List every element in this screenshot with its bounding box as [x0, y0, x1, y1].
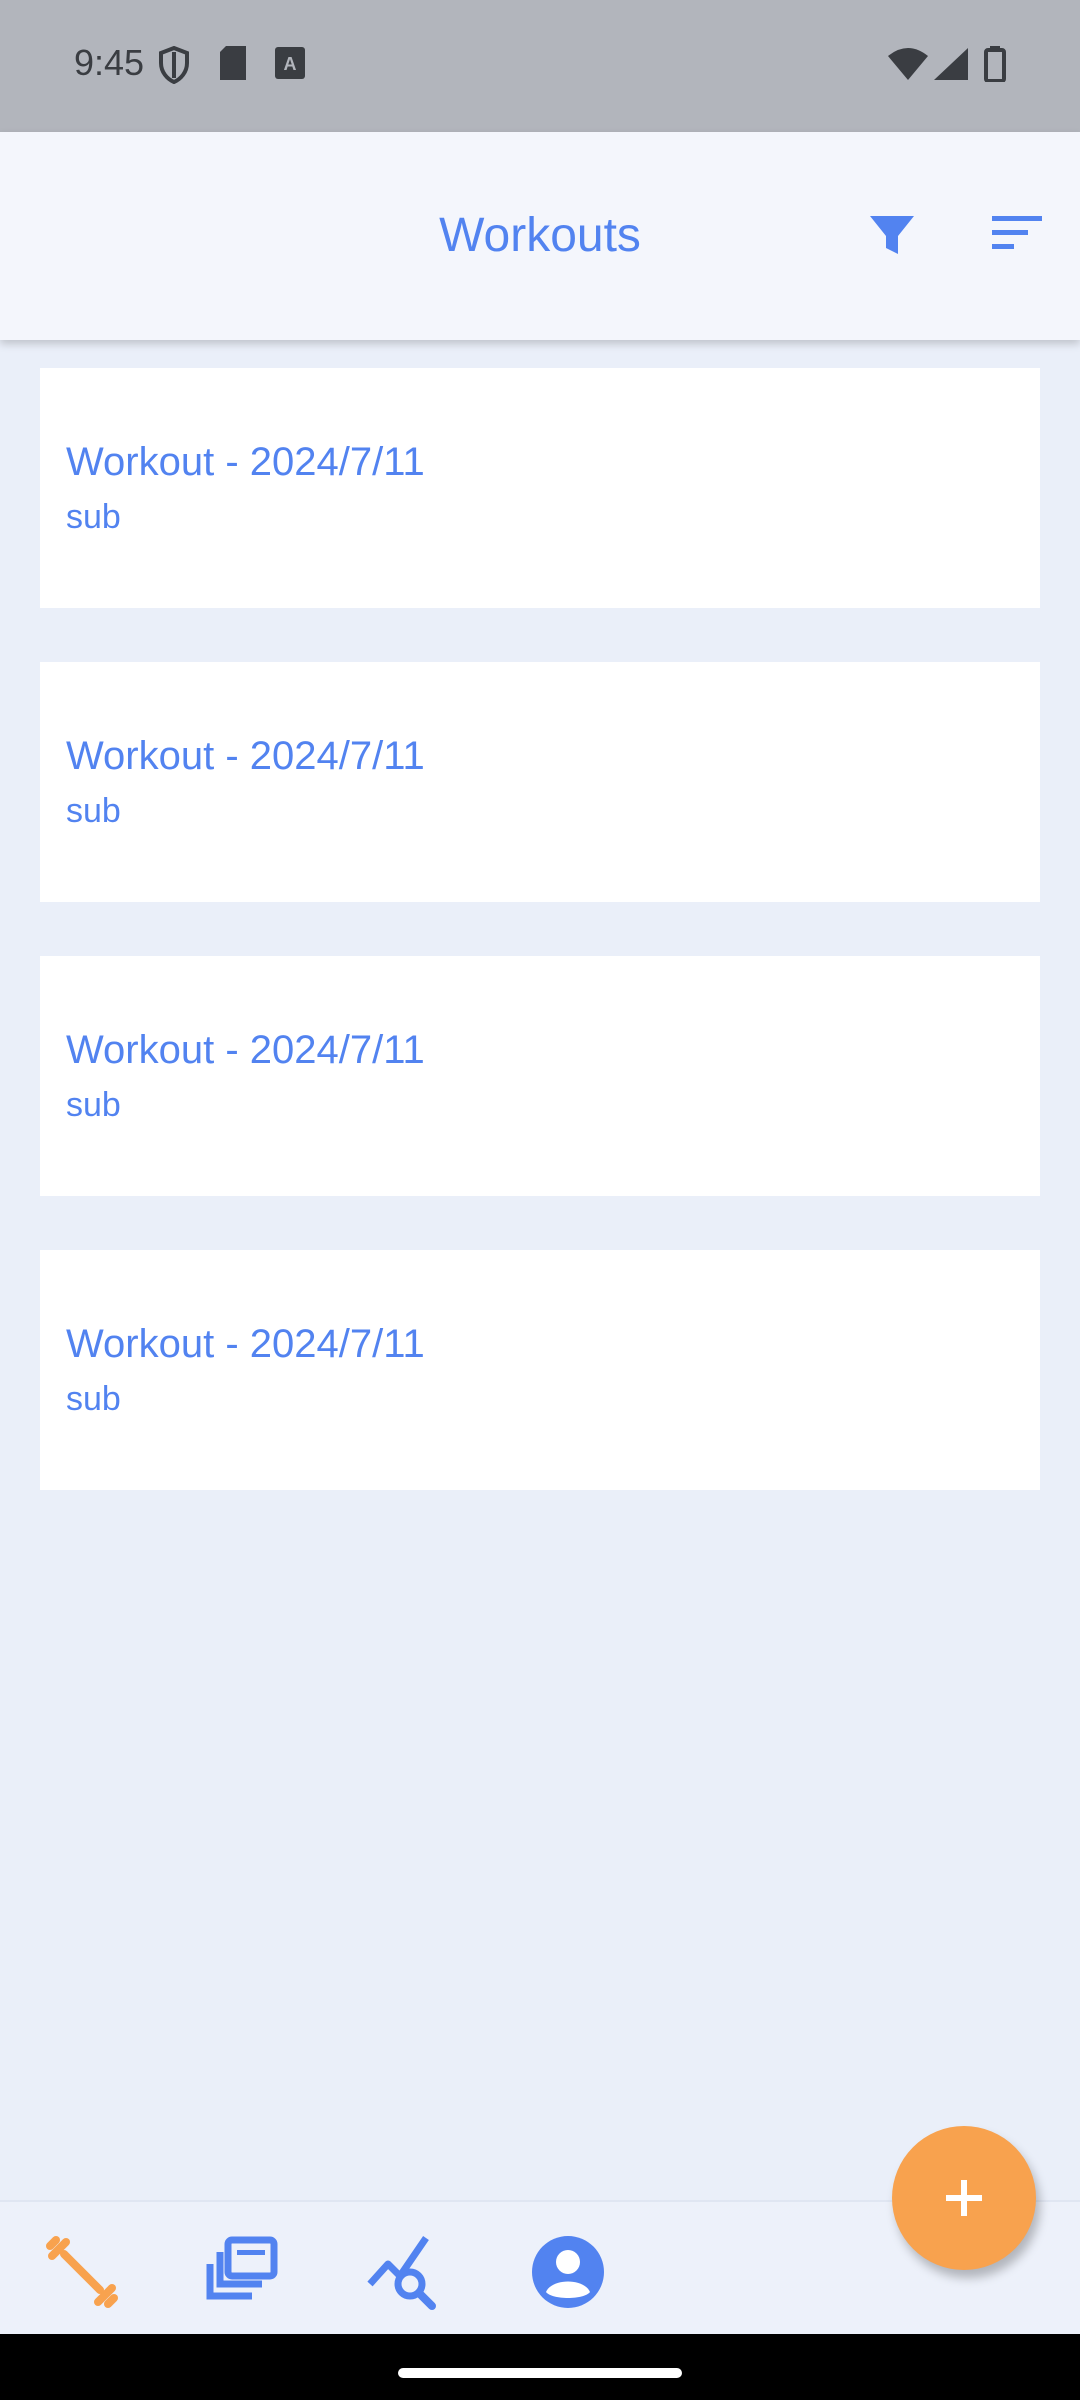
nav-item-workouts[interactable] [42, 2232, 122, 2312]
sd-card-icon [218, 46, 248, 85]
plus-icon [946, 2180, 982, 2216]
workout-title: Workout - 2024/7/11 [66, 1322, 425, 1366]
add-workout-button[interactable] [892, 2126, 1036, 2270]
home-gesture-handle[interactable] [398, 2368, 682, 2378]
app-bar: Workouts [0, 132, 1080, 340]
workout-card[interactable]: Workout - 2024/7/11 sub [40, 368, 1040, 608]
workout-title: Workout - 2024/7/11 [66, 1028, 425, 1072]
shield-icon [158, 45, 190, 89]
battery-icon [984, 46, 1006, 87]
status-time: 9:45 [74, 42, 145, 83]
workout-list: Workout - 2024/7/11 sub Workout - 2024/7… [40, 368, 1040, 1544]
cell-signal-icon [934, 48, 968, 85]
workout-subtitle: sub [66, 1380, 121, 1418]
workout-title: Workout - 2024/7/11 [66, 734, 425, 778]
gesture-bar [0, 2334, 1080, 2400]
sort-icon[interactable] [988, 202, 1052, 266]
workout-subtitle: sub [66, 498, 121, 536]
svg-text:A: A [284, 54, 297, 74]
dumbbell-icon [46, 2236, 118, 2308]
filter-icon[interactable] [860, 202, 924, 266]
workout-title: Workout - 2024/7/11 [66, 440, 425, 484]
analytics-icon [367, 2236, 436, 2310]
font-icon: A [274, 46, 306, 85]
workout-card[interactable]: Workout - 2024/7/11 sub [40, 956, 1040, 1196]
nav-item-analytics[interactable] [366, 2232, 446, 2312]
collections-icon [206, 2236, 278, 2300]
nav-item-collections[interactable] [204, 2232, 284, 2312]
account-icon [532, 2236, 604, 2308]
workout-subtitle: sub [66, 792, 121, 830]
status-bar: 9:45 A [0, 0, 1080, 132]
wifi-icon [888, 48, 928, 85]
workout-card[interactable]: Workout - 2024/7/11 sub [40, 662, 1040, 902]
workout-card[interactable]: Workout - 2024/7/11 sub [40, 1250, 1040, 1490]
nav-item-profile[interactable] [528, 2232, 608, 2312]
workout-subtitle: sub [66, 1086, 121, 1124]
